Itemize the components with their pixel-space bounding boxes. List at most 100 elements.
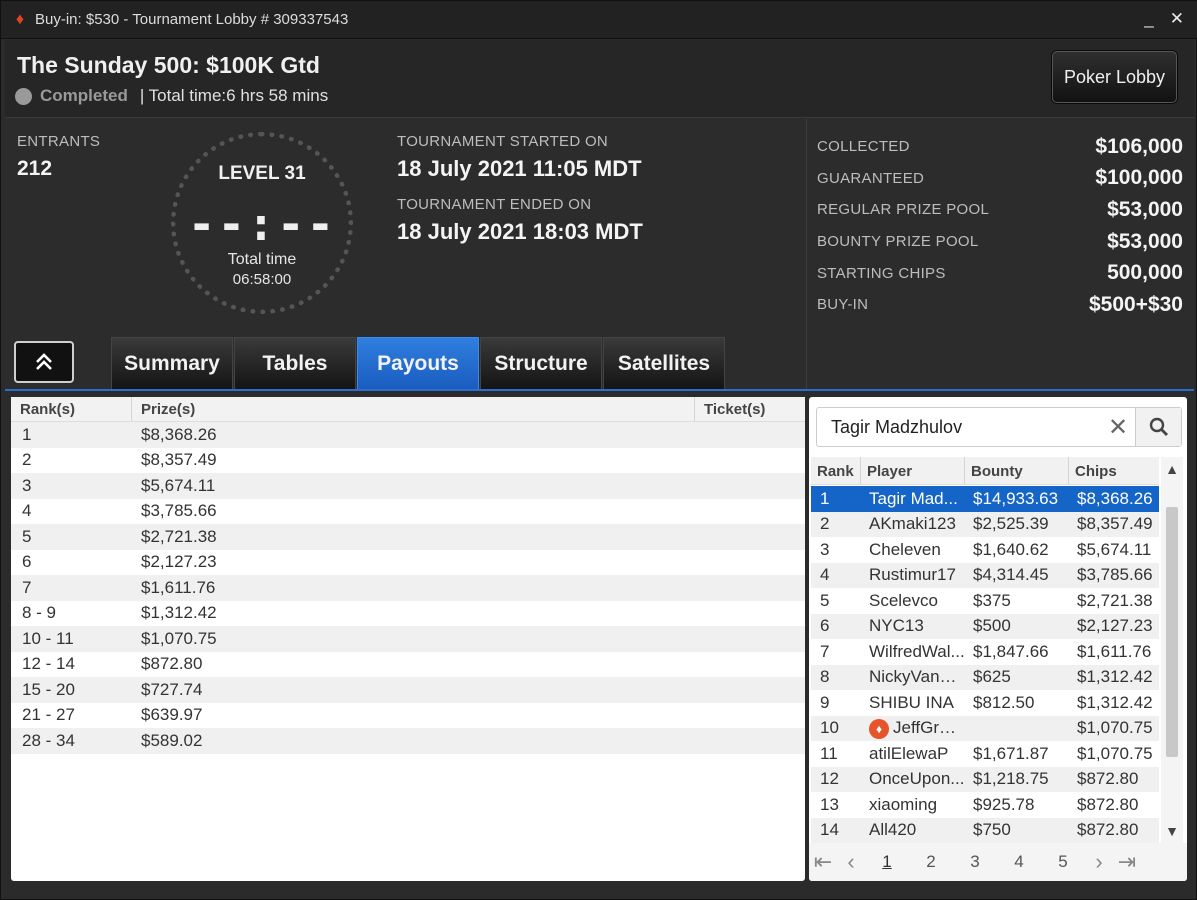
close-button[interactable]: ✕	[1170, 9, 1184, 29]
rank-column-header[interactable]: Rank(s)	[11, 397, 132, 421]
rank-cell: 5	[820, 590, 830, 610]
chips-cell: $872.80	[1077, 769, 1139, 789]
page-link-2[interactable]: 2	[909, 852, 953, 872]
scroll-down-icon[interactable]: ▼	[1161, 823, 1183, 839]
tournament-header: The Sunday 500: $100K Gtd Completed | To…	[5, 40, 1194, 118]
collapse-button[interactable]	[14, 341, 74, 383]
table-row[interactable]: 8 NickyVanE... $625 $1,312.42	[811, 664, 1159, 690]
level-label: LEVEL 31	[218, 163, 306, 184]
status-row: Completed | Total time:6 hrs 58 mins	[15, 86, 328, 106]
table-row[interactable]: 10 ♦ JeffGross $1,070.75	[811, 715, 1159, 741]
prize-cell: $5,674.11	[141, 475, 216, 495]
started-label: TOURNAMENT STARTED ON	[397, 133, 609, 150]
rank-cell: 6	[22, 552, 32, 572]
prize-cell: $8,357.49	[141, 450, 217, 470]
chips-cell: $872.80	[1077, 794, 1139, 814]
table-row: 5 $2,721.38	[11, 524, 805, 550]
tab-summary[interactable]: Summary	[111, 337, 233, 389]
payouts-body: 1 $8,368.26 2 $8,357.49 3 $5,674.11 4 $3,785…	[11, 422, 805, 754]
table-row[interactable]: 7 WilfredWal... $1,847.66 $1,611.76	[811, 639, 1159, 665]
search-icon	[1149, 417, 1168, 436]
prize-info-row: BUY-IN $500+$30	[817, 289, 1183, 321]
table-row[interactable]: 11 atilElewaP $1,671.87 $1,070.75	[811, 741, 1159, 767]
last-page-icon[interactable]: ⇥	[1113, 849, 1141, 875]
chips-cell: $2,127.23	[1077, 616, 1153, 636]
rank-cell: 8	[820, 667, 830, 687]
prize-cell: $2,721.38	[141, 526, 217, 546]
prize-cell: $1,611.76	[141, 577, 216, 597]
prize-info-value: $106,000	[1095, 134, 1183, 158]
prize-info-label: STARTING CHIPS	[817, 264, 946, 282]
page-link-3[interactable]: 3	[953, 852, 997, 872]
bounty-cell: $4,314.45	[973, 565, 1049, 585]
tab-bar: Summary Tables Payouts Structure Satelli…	[111, 337, 726, 389]
table-row[interactable]: 9 SHIBU INA $812.50 $1,312.42	[811, 690, 1159, 716]
tournament-name: The Sunday 500: $100K Gtd	[17, 52, 320, 78]
rank-column-header[interactable]: Rank	[811, 457, 861, 484]
player-cell: SHIBU INA	[869, 692, 955, 712]
first-page-icon[interactable]: ⇤	[809, 849, 837, 875]
rank-cell: 7	[22, 577, 32, 597]
rank-cell: 28 - 34	[22, 730, 75, 750]
scroll-up-icon[interactable]: ▲	[1161, 461, 1183, 477]
chips-cell: $1,070.75	[1077, 718, 1153, 738]
bounty-cell: $1,671.87	[973, 743, 1049, 763]
table-row[interactable]: 3 Cheleven $1,640.62 $5,674.11	[811, 537, 1159, 563]
chips-column-header[interactable]: Chips	[1069, 457, 1157, 484]
prize-info-label: COLLECTED	[817, 138, 910, 156]
total-time-text: | Total time:6 hrs 58 mins	[139, 86, 329, 105]
table-row: 6 $2,127.23	[11, 550, 805, 576]
scroll-thumb[interactable]	[1166, 507, 1178, 757]
status-dot-icon	[15, 87, 32, 105]
prize-info-row: REGULAR PRIZE POOL $53,000	[817, 194, 1183, 226]
poker-lobby-button[interactable]: Poker Lobby	[1052, 51, 1177, 103]
tab-structure[interactable]: Structure	[480, 337, 602, 389]
search-input[interactable]	[817, 408, 1101, 446]
prize-info-label: BUY-IN	[817, 296, 869, 314]
level-clock: LEVEL 31 --:-- Total time 06:58:00	[171, 132, 353, 314]
table-row[interactable]: 5 Scelevco $375 $2,721.38	[811, 588, 1159, 614]
table-row[interactable]: 2 AKmaki123 $2,525.39 $8,357.49	[811, 511, 1159, 537]
chips-cell: $1,312.42	[1077, 692, 1153, 712]
double-chevron-up-icon	[36, 353, 52, 370]
tab-tables[interactable]: Tables	[234, 337, 356, 389]
tab-payouts[interactable]: Payouts	[357, 337, 479, 389]
total-time-value: 06:58:00	[232, 271, 292, 288]
player-column-header[interactable]: Player	[861, 457, 965, 484]
page-link-5[interactable]: 5	[1041, 852, 1085, 872]
clear-search-icon[interactable]: ✕	[1101, 413, 1135, 442]
prize-column-header[interactable]: Prize(s)	[132, 397, 695, 421]
table-row[interactable]: 6 NYC13 $500 $2,127.23	[811, 613, 1159, 639]
next-page-icon[interactable]: ›	[1085, 849, 1113, 875]
prev-page-icon[interactable]: ‹	[837, 849, 865, 875]
minimize-button[interactable]: _	[1144, 9, 1153, 29]
tab-satellites[interactable]: Satellites	[603, 337, 725, 389]
entrants-value: 212	[17, 157, 53, 180]
table-row[interactable]: 13 xiaoming $925.78 $872.80	[811, 792, 1159, 818]
page-link-1[interactable]: 1	[865, 852, 909, 872]
prize-info-value: $100,000	[1095, 166, 1183, 190]
prize-cell: $8,368.26	[141, 424, 217, 444]
player-cell: atilElewaP	[869, 743, 949, 763]
bounty-column-header[interactable]: Bounty	[965, 457, 1069, 484]
table-row[interactable]: 12 OnceUpon... $1,218.75 $872.80	[811, 766, 1159, 792]
player-cell: Cheleven	[869, 539, 941, 559]
chips-cell: $5,674.11	[1077, 539, 1152, 559]
player-cell: OnceUpon...	[869, 769, 965, 789]
rank-cell: 21 - 27	[22, 705, 75, 725]
table-row[interactable]: 14 All420 $750 $872.80	[811, 817, 1159, 843]
table-row: 28 - 34 $589.02	[11, 728, 805, 754]
prize-info-panel: COLLECTED $106,000 GUARANTEED $100,000 R…	[806, 119, 1194, 389]
rank-cell: 4	[820, 565, 830, 585]
table-row[interactable]: 4 Rustimur17 $4,314.45 $3,785.66	[811, 562, 1159, 588]
players-scrollbar[interactable]: ▲ ▼	[1161, 457, 1183, 843]
prize-info-value: $53,000	[1107, 197, 1183, 221]
table-row[interactable]: 1 Tagir Mad... $14,933.63 $8,368.26	[811, 486, 1159, 512]
player-cell: Tagir Mad...	[869, 488, 958, 508]
search-button[interactable]	[1135, 408, 1181, 446]
ticket-column-header[interactable]: Ticket(s)	[695, 397, 803, 421]
rank-cell: 1	[22, 424, 32, 444]
rank-cell: 11	[820, 743, 838, 763]
page-link-4[interactable]: 4	[997, 852, 1041, 872]
player-cell: Rustimur17	[869, 565, 956, 585]
